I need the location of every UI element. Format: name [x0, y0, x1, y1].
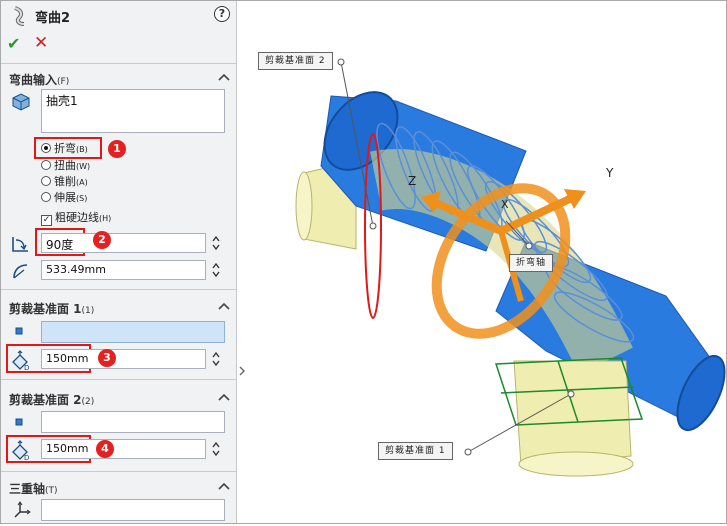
property-manager: 弯曲2 ? ✔ ✕ 弯曲输入(F) 抽壳1 折弯(B) 1 扭曲(W) 锥削(A…	[1, 1, 237, 523]
section-trim-plane-1-header[interactable]: 剪裁基准面 1(1)	[1, 296, 236, 318]
checkbox-checked-icon[interactable]: ✓	[41, 215, 52, 226]
callout-trim-plane-1[interactable]: 剪裁基准面 1	[378, 442, 453, 460]
body-select-icon	[12, 93, 30, 111]
angle-spinner[interactable]	[211, 233, 221, 253]
radio-tapering[interactable]: 锥削(A)	[41, 175, 88, 189]
radius-spinner[interactable]	[211, 260, 221, 280]
chevron-up-icon[interactable]	[218, 72, 230, 82]
hard-edges-checkbox[interactable]: ✓ 粗硬边线(H)	[41, 211, 111, 226]
trim-distance-1-spinner[interactable]	[211, 349, 221, 369]
lower-tube-stub	[513, 360, 632, 467]
radio-twisting[interactable]: 扭曲(W)	[41, 159, 90, 173]
angle-input[interactable]: 90度	[41, 233, 206, 253]
callout-flex-axis[interactable]: 折弯轴	[509, 254, 554, 272]
badge-1: 1	[108, 140, 126, 158]
ok-cancel-bar: ✔ ✕	[1, 31, 236, 55]
radio-checked-icon[interactable]	[41, 143, 51, 153]
axis-y-label: Y	[605, 166, 614, 180]
trim-distance-1-input[interactable]: 150mm	[41, 349, 206, 369]
radius-icon	[13, 264, 28, 279]
trim-distance-2-input[interactable]: 150mm	[41, 439, 206, 459]
reference-point-icon	[15, 418, 23, 426]
title-bar: 弯曲2 ?	[1, 1, 236, 31]
chevron-up-icon[interactable]	[218, 481, 230, 491]
chevron-up-icon[interactable]	[218, 392, 230, 402]
trim-distance-1-value: 150mm	[46, 352, 89, 365]
section-title: 剪裁基准面 1(1)	[9, 302, 95, 316]
section-triad-header[interactable]: 三重轴(T)	[1, 476, 236, 498]
radio-icon[interactable]	[41, 192, 51, 202]
cancel-button[interactable]: ✕	[34, 33, 48, 53]
badge-4: 4	[96, 440, 114, 458]
reference-point-icon	[15, 327, 23, 335]
trim-distance-2-value: 150mm	[46, 442, 89, 455]
lower-stub-end	[518, 451, 634, 477]
callout-trim-plane-2[interactable]: 剪裁基准面 2	[258, 52, 333, 70]
panel-collapse-grip[interactable]	[238, 361, 246, 381]
angle-icon	[12, 237, 28, 252]
radio-stretching[interactable]: 伸展(S)	[41, 191, 87, 205]
radio-bending[interactable]: 折弯(B)	[41, 142, 88, 156]
feature-title: 弯曲2	[35, 11, 71, 26]
divider	[1, 379, 236, 380]
section-title: 三重轴(T)	[9, 482, 58, 496]
badge-3: 3	[98, 349, 116, 367]
flex-feature-icon	[14, 6, 25, 26]
radius-value: 533.49mm	[46, 263, 106, 276]
trim-plane-2-selection[interactable]	[41, 411, 225, 433]
divider	[1, 289, 236, 290]
triad-selection[interactable]	[41, 499, 225, 521]
help-button[interactable]: ?	[214, 6, 230, 22]
graphics-area[interactable]: Y Z X 剪裁基准面 2 折弯轴 剪裁基准面 1	[246, 1, 726, 523]
angle-value: 90度	[46, 238, 74, 252]
trim-plane-1-selection[interactable]	[41, 321, 225, 343]
upper-stub-end	[295, 171, 313, 241]
bodies-selection-box[interactable]: 抽壳1	[41, 89, 225, 133]
axis-z-label: Z	[408, 174, 416, 188]
trim-distance-2-spinner[interactable]	[211, 439, 221, 459]
section-trim-plane-2-header[interactable]: 剪裁基准面 2(2)	[1, 387, 236, 409]
badge-2: 2	[93, 231, 111, 249]
triad-icon	[14, 501, 31, 518]
section-title: 剪裁基准面 2(2)	[9, 393, 95, 407]
selected-body: 抽壳1	[46, 94, 78, 108]
radio-icon[interactable]	[41, 160, 51, 170]
section-flex-input-header[interactable]: 弯曲输入(F)	[1, 67, 236, 89]
divider	[1, 471, 236, 472]
radius-input[interactable]: 533.49mm	[41, 260, 206, 280]
axis-x-label: X	[501, 198, 509, 211]
flex-model-view: Y Z X	[295, 58, 726, 477]
ok-button[interactable]: ✔	[7, 34, 20, 53]
section-title: 弯曲输入(F)	[9, 73, 70, 87]
divider	[1, 63, 236, 64]
radio-icon[interactable]	[41, 176, 51, 186]
chevron-up-icon[interactable]	[218, 301, 230, 311]
